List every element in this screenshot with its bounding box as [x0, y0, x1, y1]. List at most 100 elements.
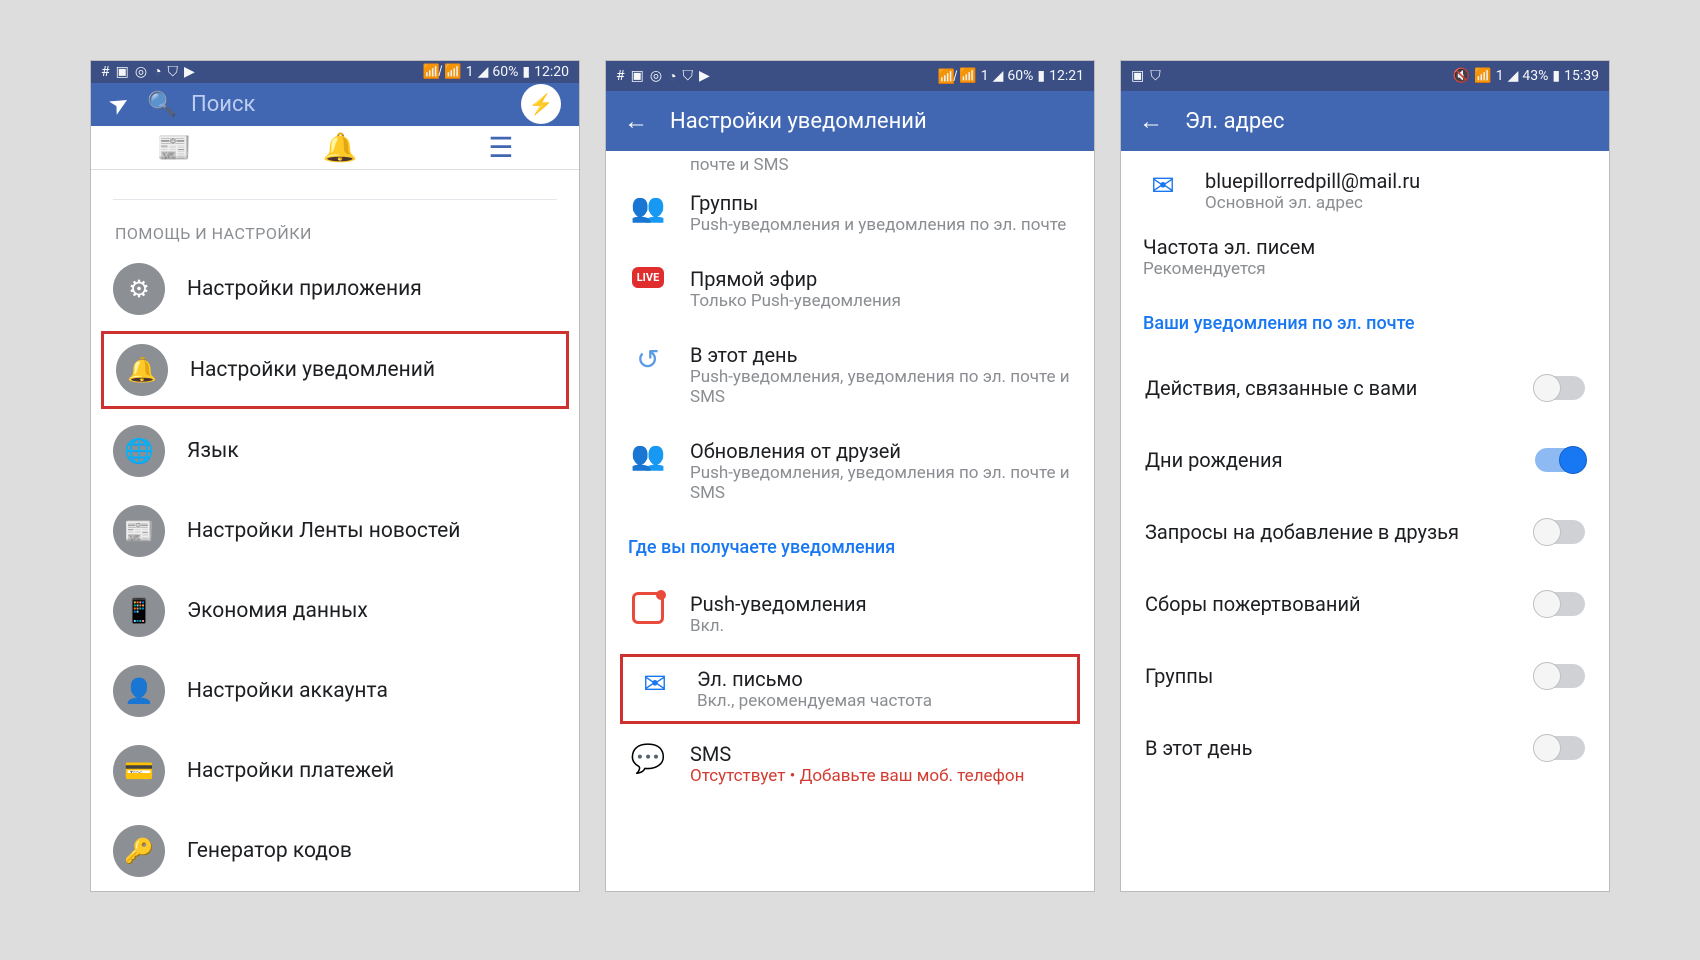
row-code-generator[interactable]: Генератор кодов [91, 811, 579, 891]
toggle-label: Дни рождения [1145, 448, 1283, 472]
image-icon: ▣ [116, 64, 129, 80]
status-right-icons: 📶̸ 📶 1 ◢ 60% ▮ 12:20 [423, 63, 569, 80]
battery-text: 60% [492, 64, 518, 80]
status-left-icons: # ▣ ◎ ◔ ⛉ ▶ [101, 63, 195, 80]
push-icon [628, 592, 668, 636]
battery-text: 43% [1522, 68, 1548, 84]
setting-groups[interactable]: 👥 Группы Push-уведомления и уведомления … [606, 175, 1094, 251]
screen-notification-settings: # ▣ ◎ ◔ ⛉ ▶ 📶̸ 📶 1 ◢ 60% ▮ 12:21 Настрой… [605, 60, 1095, 892]
toggle-label: Сборы пожертвований [1145, 592, 1361, 616]
messenger-button[interactable] [521, 84, 561, 124]
setting-title: Группы [690, 191, 1072, 215]
tab-bar [91, 126, 579, 170]
toggle-friend-requests[interactable]: Запросы на добавление в друзья [1121, 496, 1609, 568]
live-icon: LIVE [628, 267, 668, 311]
feed-icon [113, 505, 165, 557]
frequency-sub: Рекомендуется [1143, 259, 1587, 279]
section-where-notifications: Где вы получаете уведомления [606, 519, 1094, 576]
play-icon: ▶ [699, 68, 710, 84]
toggle-switch[interactable] [1535, 592, 1585, 616]
row-app-settings[interactable]: Настройки приложения [91, 249, 579, 329]
vibrate-icon: 📶̸ [423, 63, 440, 80]
section-email-notifications: Ваши уведомления по эл. почте [1121, 295, 1609, 352]
gear-icon [113, 263, 165, 315]
send-icon[interactable] [109, 90, 129, 118]
tab-notifications-icon[interactable] [322, 131, 357, 164]
signal-icon: ◢ [1508, 68, 1519, 84]
setting-onthisday[interactable]: ↺ В этот день Push-уведомления, уведомле… [606, 327, 1094, 423]
setting-subtitle: Push-уведомления, уведомления по эл. поч… [690, 463, 1072, 503]
clock: 12:20 [534, 64, 569, 80]
toggle-switch[interactable] [1535, 448, 1585, 472]
channel-sms[interactable]: 💬 SMS Отсутствует • Добавьте ваш моб. те… [606, 726, 1094, 802]
toggle-switch[interactable] [1535, 520, 1585, 544]
fb-toolbar: Настройки уведомлений [606, 91, 1094, 151]
play-icon: ▶ [184, 64, 195, 80]
setting-subtitle: Push-уведомления, уведомления по эл. поч… [690, 367, 1072, 407]
setting-subtitle: Только Push-уведомления [690, 291, 1072, 311]
toggle-on-this-day[interactable]: В этот день [1121, 712, 1609, 784]
row-language[interactable]: Язык [91, 411, 579, 491]
android-status-bar: # ▣ ◎ ◔ ⛉ ▶ 📶̸ 📶 1 ◢ 60% ▮ 12:21 [606, 61, 1094, 91]
tab-feed-icon[interactable] [157, 131, 192, 164]
toggle-switch[interactable] [1535, 664, 1585, 688]
toggle-label: Запросы на добавление в друзья [1145, 520, 1459, 544]
primary-email-row[interactable]: ✉ bluepillorredpill@mail.ru Основной эл.… [1121, 151, 1609, 231]
frequency-title: Частота эл. писем [1143, 235, 1587, 259]
toggle-birthdays[interactable]: Дни рождения [1121, 424, 1609, 496]
search-input[interactable]: Поиск [191, 92, 521, 117]
status-right-icons: 🔇 📶 1 ◢ 43% ▮ 15:39 [1453, 68, 1599, 84]
toggle-switch[interactable] [1535, 376, 1585, 400]
image-icon: ▣ [631, 68, 644, 84]
row-label: Настройки уведомлений [190, 358, 435, 382]
row-label: Генератор кодов [187, 839, 352, 863]
back-icon[interactable] [1139, 107, 1163, 136]
channel-push[interactable]: Push-уведомления Вкл. [606, 576, 1094, 652]
channel-subtitle: Вкл. [690, 616, 1072, 636]
wifi-icon: 📶 [444, 64, 461, 80]
pie-icon: ◔ [153, 63, 161, 80]
email-address: bluepillorredpill@mail.ru [1205, 169, 1420, 193]
screen-menu: # ▣ ◎ ◔ ⛉ ▶ 📶̸ 📶 1 ◢ 60% ▮ 12:20 Поиск [90, 60, 580, 892]
fb-toolbar: Поиск [91, 83, 579, 126]
row-newsfeed-settings[interactable]: Настройки Ленты новостей [91, 491, 579, 571]
row-label: Настройки Ленты новостей [187, 519, 460, 543]
row-notification-settings[interactable]: Настройки уведомлений [101, 331, 569, 409]
setting-subtitle: Push-уведомления и уведомления по эл. по… [690, 215, 1072, 235]
search-icon[interactable] [147, 90, 177, 118]
channel-title: Push-уведомления [690, 592, 1072, 616]
toggle-actions-about-you[interactable]: Действия, связанные с вами [1121, 352, 1609, 424]
channel-subtitle: Вкл., рекомендуемая частота [697, 691, 1069, 711]
shield-icon: ⛉ [168, 64, 179, 80]
back-icon[interactable] [624, 107, 648, 136]
channel-title: Эл. письмо [697, 667, 1069, 691]
row-account-settings[interactable]: Настройки аккаунта [91, 651, 579, 731]
wifi-icon: 📶 [959, 68, 976, 84]
setting-live[interactable]: LIVE Прямой эфир Только Push-уведомления [606, 251, 1094, 327]
row-data-saver[interactable]: Экономия данных [91, 571, 579, 651]
channel-email[interactable]: ✉ Эл. письмо Вкл., рекомендуемая частота [620, 654, 1080, 724]
partial-subtitle: почте и SMS [606, 151, 1094, 175]
toggle-groups[interactable]: Группы [1121, 640, 1609, 712]
wifi-icon: 📶 [1474, 68, 1491, 84]
key-icon [113, 825, 165, 877]
page-title: Эл. адрес [1185, 109, 1591, 134]
sim1-icon: 1 [466, 64, 474, 80]
memories-icon: ↺ [628, 343, 668, 407]
hash-icon: # [616, 68, 625, 84]
toggle-fundraisers[interactable]: Сборы пожертвований [1121, 568, 1609, 640]
card-icon [113, 745, 165, 797]
battery-icon: ▮ [522, 64, 530, 80]
row-payment-settings[interactable]: Настройки платежей [91, 731, 579, 811]
row-label: Настройки приложения [187, 277, 422, 301]
status-right-icons: 📶̸ 📶 1 ◢ 60% ▮ 12:21 [938, 68, 1084, 85]
setting-friend-updates[interactable]: 👥 Обновления от друзей Push-уведомления,… [606, 423, 1094, 519]
fb-toolbar: Эл. адрес [1121, 91, 1609, 151]
battery-icon: ▮ [1037, 68, 1045, 84]
hash-icon: # [101, 64, 110, 80]
frequency-row[interactable]: Частота эл. писем Рекомендуется [1121, 231, 1609, 295]
tab-menu-icon[interactable] [488, 131, 513, 164]
toggle-switch[interactable] [1535, 736, 1585, 760]
screen-email-settings: ▣ ⛉ 🔇 📶 1 ◢ 43% ▮ 15:39 Эл. адрес ✉ blue… [1120, 60, 1610, 892]
toggle-label: Группы [1145, 664, 1213, 688]
